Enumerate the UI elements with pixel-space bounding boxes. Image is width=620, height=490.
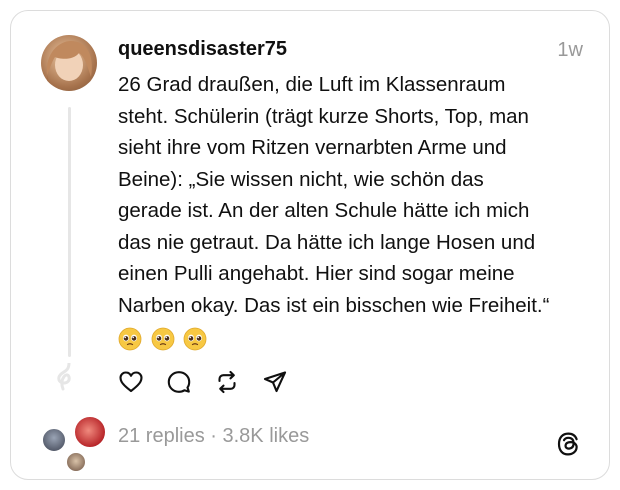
replier-avatars[interactable] [39, 409, 109, 473]
pleading-face-emoji [118, 327, 142, 350]
post-text-line: einen Pulli angehabt. Hier sind sogar me… [118, 262, 515, 285]
replies-count[interactable]: 21 replies [118, 425, 205, 447]
reply-button[interactable] [166, 369, 192, 395]
pleading-face-emoji [151, 327, 175, 350]
action-bar [118, 369, 288, 395]
author-username[interactable]: queensdisaster75 [118, 38, 287, 61]
author-avatar[interactable] [41, 35, 97, 91]
replier-avatar [65, 451, 87, 473]
post-stats: 21 replies · 3.8K likes [118, 425, 309, 448]
repost-icon [218, 370, 236, 394]
share-button[interactable] [262, 369, 288, 395]
like-button[interactable] [118, 369, 144, 395]
share-icon [263, 371, 287, 393]
likes-count[interactable]: 3.8K likes [223, 425, 310, 447]
post-text-line: sieht ihre vom Ritzen vernarbten Arme un… [118, 136, 507, 159]
heart-icon [119, 371, 143, 393]
post-card[interactable]: queensdisaster75 1w 26 Grad draußen, die… [10, 10, 610, 480]
pleading-face-emoji [184, 327, 207, 350]
threads-logo-icon[interactable] [555, 431, 581, 457]
post-text-line: gerade ist. An der alten Schule hätte ic… [118, 199, 530, 222]
emoji-row [118, 322, 598, 354]
stats-separator: · [204, 425, 223, 447]
repost-button[interactable] [214, 369, 240, 395]
post-text-line: steht. Schülerin (trägt kurze Shorts, To… [118, 104, 529, 128]
replier-avatar [73, 415, 107, 449]
post-time[interactable]: 1w [557, 39, 583, 62]
replier-avatar [41, 427, 67, 453]
comment-icon [167, 371, 191, 393]
thread-line [68, 107, 71, 357]
post-text-line: Beine): „Sie wissen nicht, wie schön das [118, 167, 484, 191]
post-text-line: Narben okay. Das ist ein bisschen wie Fr… [118, 293, 550, 317]
post-text-line: 26 Grad draußen, die Luft im Klassenraum [118, 73, 506, 96]
thread-curl-icon [57, 363, 71, 391]
post-body: 26 Grad draußen, die Luft im Klassenraum… [118, 69, 598, 354]
post-text-line: das nie getraut. Da hätte ich lange Hose… [118, 230, 536, 254]
